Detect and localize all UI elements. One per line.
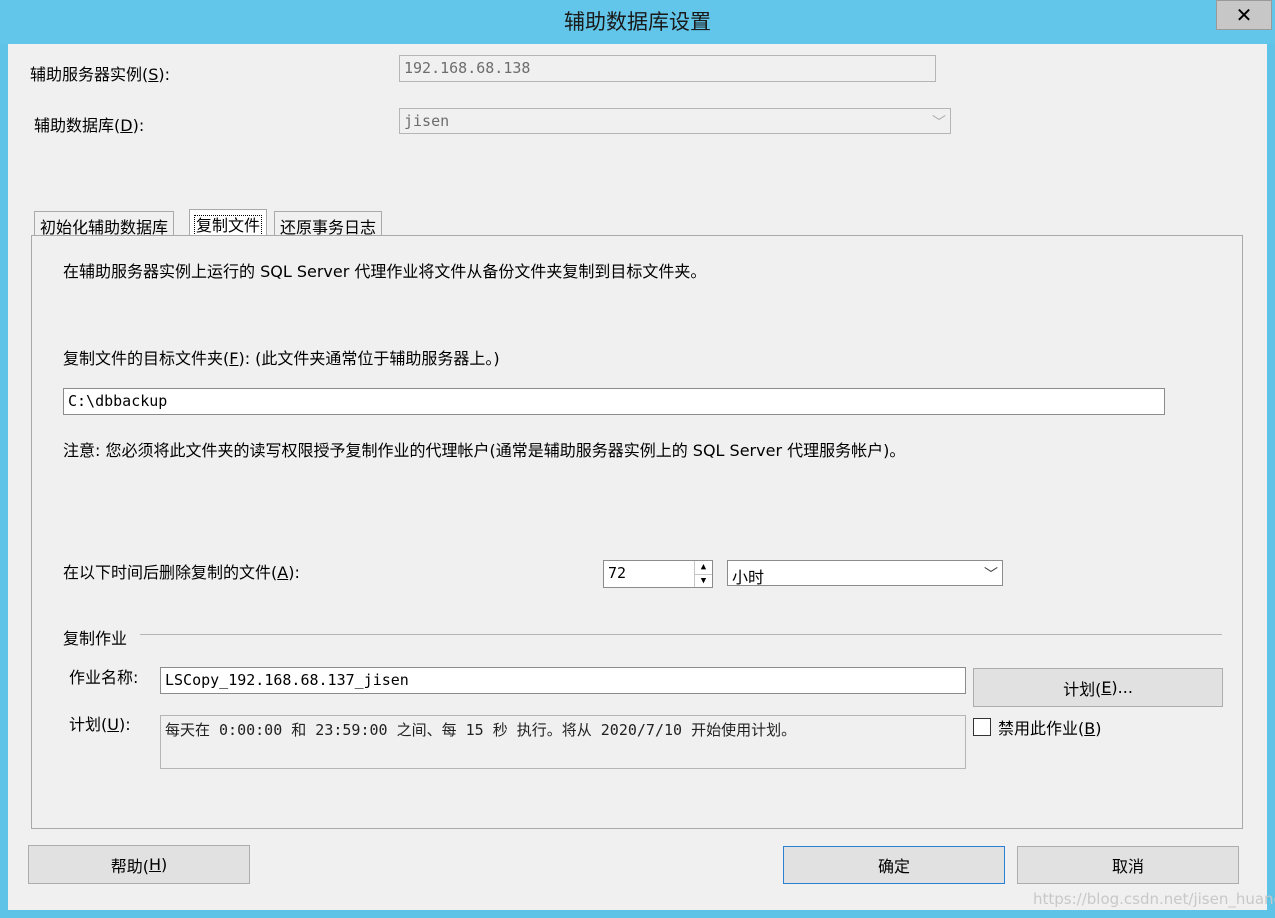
cancel-button[interactable]: 取消: [1017, 846, 1239, 884]
disable-job-label[interactable]: 禁用此作业(B): [998, 715, 1101, 739]
disable-job-checkbox[interactable]: [973, 718, 991, 736]
schedule-description: 每天在 0:00:00 和 23:59:00 之间、每 15 秒 执行。将从 2…: [160, 715, 966, 769]
destination-folder-label: 复制文件的目标文件夹(F): (此文件夹通常位于辅助服务器上。): [63, 349, 500, 368]
server-instance-field: 192.168.68.138: [399, 55, 936, 82]
delete-after-label: 在以下时间后删除复制的文件(A):: [63, 563, 300, 582]
copy-description: 在辅助服务器实例上运行的 SQL Server 代理作业将文件从备份文件夹复制到…: [63, 262, 707, 281]
copy-job-section-title: 复制作业: [63, 629, 128, 648]
ok-button[interactable]: 确定: [783, 846, 1005, 884]
destination-folder-input[interactable]: C:\dbbackup: [63, 388, 1165, 415]
title-bar: 辅助数据库设置 ✕: [0, 0, 1275, 44]
dialog-client-area: 辅助服务器实例(S): 192.168.68.138 辅助数据库(D): jis…: [8, 44, 1275, 910]
job-name-input[interactable]: LSCopy_192.168.68.137_jisen: [160, 667, 966, 694]
schedule-button[interactable]: 计划(E)...: [973, 668, 1223, 707]
secondary-db-label: 辅助数据库(D):: [34, 116, 145, 135]
stepper-down-icon[interactable]: ▼: [695, 575, 712, 588]
tab-copy-files[interactable]: 复制文件: [189, 209, 268, 236]
copy-files-panel: 在辅助服务器实例上运行的 SQL Server 代理作业将文件从备份文件夹复制到…: [31, 235, 1243, 829]
delete-after-unit-dropdown[interactable]: 小时 ﹀: [727, 560, 1003, 587]
server-instance-label: 辅助服务器实例(S):: [30, 65, 171, 84]
permissions-note: 注意: 您必须将此文件夹的读写权限授予复制作业的代理帐户(通常是辅助服务器实例上…: [63, 441, 906, 460]
job-name-label: 作业名称:: [69, 668, 139, 687]
window-title: 辅助数据库设置: [564, 10, 711, 34]
stepper-up-icon[interactable]: ▲: [695, 561, 712, 575]
schedule-label: 计划(U):: [69, 715, 131, 734]
tab-initialize-secondary-db[interactable]: 初始化辅助数据库: [34, 211, 175, 237]
tab-restore-transaction-log[interactable]: 还原事务日志: [274, 211, 383, 237]
watermark: https://blog.csdn.net/jisen_huang: [1033, 890, 1275, 908]
help-button[interactable]: 帮助(H): [28, 845, 250, 884]
close-button[interactable]: ✕: [1216, 0, 1272, 30]
close-icon: ✕: [1235, 3, 1253, 27]
chevron-down-icon: ﹀: [932, 115, 946, 131]
secondary-db-dropdown: jisen ﹀: [399, 108, 951, 134]
section-divider: [140, 634, 1222, 635]
delete-after-stepper[interactable]: 72 ▲ ▼: [603, 560, 713, 588]
stepper-arrows[interactable]: ▲ ▼: [694, 561, 712, 587]
chevron-down-icon: ﹀: [984, 567, 998, 583]
